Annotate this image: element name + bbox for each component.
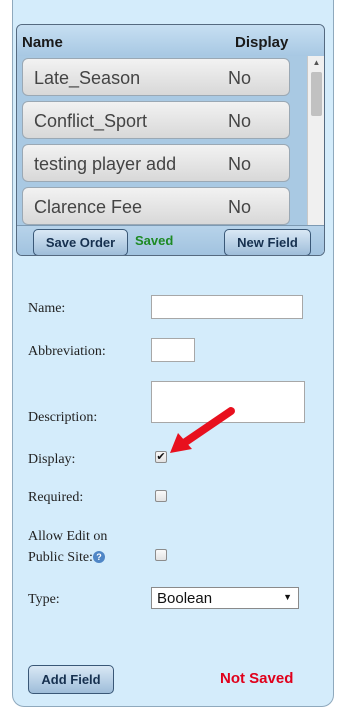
required-label: Required: <box>28 490 84 505</box>
abbreviation-input[interactable] <box>151 338 195 362</box>
save-order-button[interactable]: Save Order <box>33 229 128 255</box>
name-input[interactable] <box>151 295 303 319</box>
new-field-button[interactable]: New Field <box>224 229 311 255</box>
type-label: Type: <box>28 592 60 607</box>
fields-list-rows: Late_Season No Conflict_Sport No testing… <box>17 56 305 252</box>
display-label: Display: <box>28 452 76 467</box>
form-status: Not Saved <box>220 670 294 687</box>
chevron-down-icon: ▼ <box>283 592 292 602</box>
name-label: Name: <box>28 301 66 316</box>
field-display: No <box>228 197 252 217</box>
allow-edit-label-line2: Public Site: <box>28 550 93 565</box>
allow-edit-label: Public Site:? <box>28 548 105 567</box>
display-checkbox[interactable]: ✔ <box>155 451 167 463</box>
field-display: No <box>228 111 252 131</box>
field-name: Clarence Fee <box>34 197 143 217</box>
field-name: Conflict_Sport <box>34 111 148 131</box>
field-name: testing player add <box>34 154 177 174</box>
add-field-button[interactable]: Add Field <box>28 665 114 694</box>
description-label: Description: <box>28 410 98 425</box>
save-status: Saved <box>135 233 174 248</box>
allow-edit-checkbox[interactable] <box>155 549 167 561</box>
column-header-display: Display <box>235 34 289 51</box>
fields-list-footer: Save Order Saved New Field <box>17 225 324 255</box>
field-display: No <box>228 68 252 88</box>
allow-edit-label-line1: Allow Edit on <box>28 529 108 544</box>
field-display: No <box>228 154 252 174</box>
required-checkbox[interactable] <box>155 490 167 502</box>
type-select[interactable]: Boolean ▼ <box>151 587 299 609</box>
list-item[interactable]: Late_Season No <box>22 58 290 96</box>
fields-list-header: Name Display <box>17 25 324 56</box>
help-icon[interactable]: ? <box>92 551 105 563</box>
scroll-thumb[interactable] <box>311 72 322 116</box>
checkmark-icon: ✔ <box>156 451 166 463</box>
list-item[interactable]: Clarence Fee No <box>22 187 290 225</box>
red-arrow-annotation <box>170 407 235 453</box>
fields-list: Name Display Late_Season No Conflict_Spo… <box>16 24 325 256</box>
field-name: Late_Season <box>34 68 141 88</box>
list-scrollbar[interactable]: ▲ ▼ <box>307 56 324 252</box>
column-header-name: Name <box>22 34 63 51</box>
scroll-up-icon[interactable]: ▲ <box>308 56 324 70</box>
list-item[interactable]: testing player add No <box>22 144 290 182</box>
abbreviation-label: Abbreviation: <box>28 344 106 359</box>
type-select-value: Boolean <box>157 590 213 607</box>
list-item[interactable]: Conflict_Sport No <box>22 101 290 139</box>
